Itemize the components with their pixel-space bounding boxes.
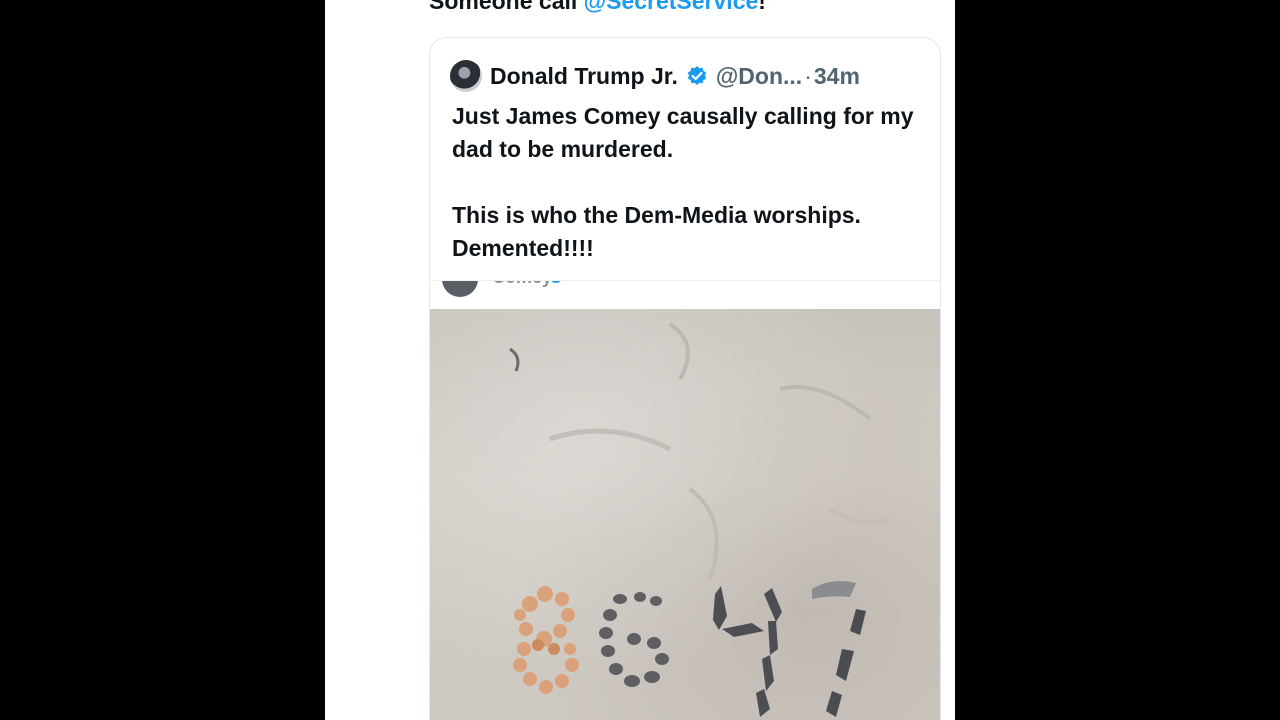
seashell-numbers-image — [509, 322, 891, 717]
author-handle[interactable]: @Don... — [716, 63, 802, 90]
author-name[interactable]: Donald Trump Jr. — [490, 63, 678, 90]
post-text-suffix: ! — [758, 0, 766, 14]
mention-link[interactable]: @SecretService — [584, 0, 759, 14]
post-text: Someone call @SecretService! — [429, 0, 766, 24]
verified-badge-icon — [686, 65, 708, 87]
quoted-tweet-text: Just James Comey causally calling for my… — [452, 100, 932, 265]
shell-digit-4 — [713, 586, 782, 717]
nested-quote-header[interactable]: Comey — [430, 280, 940, 311]
quoted-text-paragraph-2: This is who the Dem-Media worships. Deme… — [452, 202, 861, 261]
quoted-tweet-card[interactable]: Donald Trump Jr. @Don... · 34m Just Jame… — [429, 37, 941, 720]
shell-digit-7 — [812, 581, 866, 717]
header-separator: · — [804, 62, 812, 89]
sand-photo[interactable] — [430, 309, 940, 720]
nested-author-name: Comey — [492, 281, 552, 288]
quoted-text-paragraph-1: Just James Comey causally calling for my… — [452, 103, 914, 162]
shell-digit-8 — [513, 586, 579, 694]
avatar[interactable] — [450, 60, 482, 92]
post-text-prefix: Someone call — [429, 0, 584, 14]
post-timestamp[interactable]: 34m — [814, 63, 860, 90]
tweet-screen: Someone call @SecretService! Donald Trum… — [325, 0, 955, 720]
nested-avatar — [442, 281, 478, 297]
shell-digit-6 — [599, 592, 669, 687]
quoted-tweet-header: Donald Trump Jr. @Don... · 34m — [450, 58, 860, 94]
